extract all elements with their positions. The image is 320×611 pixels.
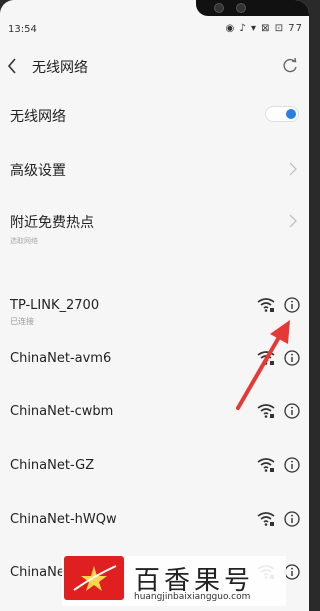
camera-notch [196, 0, 309, 16]
info-icon[interactable] [284, 457, 300, 473]
network-status: 已连接 [10, 317, 34, 326]
chevron-right-icon [289, 162, 297, 176]
network-ssid: TP-LINK_2700 [10, 298, 100, 313]
watermark: 百香果号 huangjinbaixiangguo.com [62, 556, 286, 606]
network-ssid: ChinaNet-GZ [10, 458, 95, 473]
wifi-signal-icon [257, 458, 275, 472]
toggle-knob [286, 109, 296, 119]
wlan-toggle[interactable] [265, 106, 299, 122]
back-arrow-icon[interactable] [6, 56, 18, 76]
network-ssid: ChinaNet-avm6 [10, 351, 112, 366]
chevron-right-icon [289, 214, 297, 228]
network-ssid: ChinaNe [10, 565, 65, 580]
status-icons: ◉ ♪ ▾ ⊠ ⊡ 77 [225, 23, 303, 34]
status-bar: 13:54 ◉ ♪ ▾ ⊠ ⊡ 77 [0, 20, 309, 42]
annotation-arrow [236, 320, 290, 410]
advanced-settings-label: 高级设置 [10, 163, 66, 179]
page-title: 无线网络 [32, 60, 88, 76]
network-row[interactable]: ChinaNet-GZ [0, 442, 309, 492]
refresh-icon[interactable] [281, 57, 299, 75]
wlan-toggle-row[interactable]: 无线网络 [0, 94, 309, 138]
free-hotspots-label: 附近免费热点 [10, 215, 94, 231]
status-time: 13:54 [8, 24, 37, 35]
front-camera-icon [214, 3, 224, 13]
wifi-signal-icon [257, 512, 275, 526]
star-icon [73, 565, 117, 591]
network-row[interactable]: ChinaNet-hWQw [0, 496, 309, 546]
phone-screen: 13:54 ◉ ♪ ▾ ⊠ ⊡ 77 无线网络 无线网络 高级设置 附近免费热点… [0, 0, 309, 611]
page-header: 无线网络 [0, 52, 309, 82]
wlan-label: 无线网络 [10, 109, 66, 125]
info-icon[interactable] [284, 564, 300, 580]
network-ssid: ChinaNet-hWQw [10, 512, 117, 527]
network-ssid: ChinaNet-cwbm [10, 404, 114, 419]
watermark-logo [64, 556, 124, 600]
info-icon[interactable] [284, 297, 300, 313]
wifi-signal-icon [257, 298, 275, 312]
section-label: 选取网络 [10, 237, 38, 245]
watermark-url: huangjinbaixiangguo.com [134, 592, 251, 602]
free-hotspots-row[interactable]: 附近免费热点 [0, 200, 309, 244]
sensor-icon [236, 3, 246, 13]
info-icon[interactable] [284, 511, 300, 527]
advanced-settings-row[interactable]: 高级设置 [0, 148, 309, 192]
